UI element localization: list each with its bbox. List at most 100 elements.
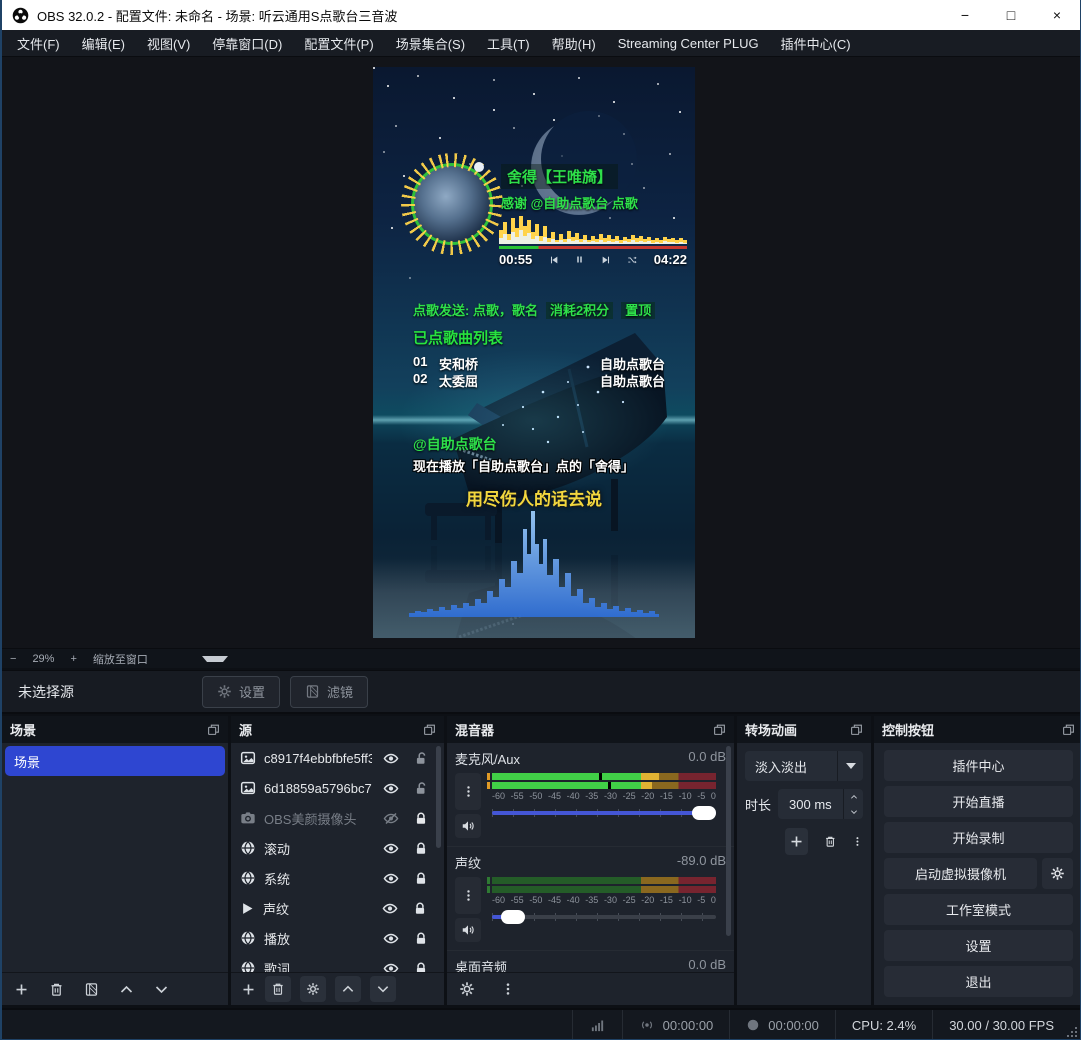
preview-video[interactable]: 舍得【王唯旖】 感谢 @自助点歌台 点歌 00:55 04:22 点歌发送: 点…: [373, 67, 695, 638]
close-button[interactable]: ×: [1034, 0, 1080, 30]
scene-item-selected[interactable]: 场景: [5, 746, 225, 776]
lock-closed-icon[interactable]: [410, 811, 432, 826]
lock-closed-icon[interactable]: [410, 961, 432, 973]
menu-docks[interactable]: 停靠窗口(D): [201, 30, 293, 56]
maximize-button[interactable]: □: [988, 0, 1034, 30]
duration-down-button[interactable]: [844, 804, 863, 819]
source-move-down-button[interactable]: [370, 976, 396, 1002]
zoom-fit-label[interactable]: 缩放至窗口: [85, 651, 156, 667]
mixer-channel: 桌面音频 0.0 dB: [447, 951, 734, 972]
start-virtual-camera-button[interactable]: 启动虚拟摄像机: [884, 858, 1037, 889]
mixer-scrollbar[interactable]: [726, 746, 731, 936]
visibility-eye-icon[interactable]: [380, 781, 402, 796]
controls-body: 插件中心 开始直播 开始录制 启动虚拟摄像机 工作室模式 设置 退出: [874, 743, 1081, 1005]
popout-icon[interactable]: [207, 723, 220, 736]
add-transition-button[interactable]: [785, 828, 808, 855]
menu-scene-collection[interactable]: 场景集合(S): [385, 30, 476, 56]
menu-help[interactable]: 帮助(H): [541, 30, 607, 56]
popout-icon[interactable]: [713, 723, 726, 736]
minimize-button[interactable]: −: [942, 0, 988, 30]
transition-select[interactable]: 淡入淡出: [745, 751, 863, 781]
source-row[interactable]: c8917f4ebbfbfe5ff3: [231, 743, 444, 773]
visibility-eye-icon[interactable]: [380, 841, 402, 856]
source-move-up-button[interactable]: [335, 976, 361, 1002]
visibility-eye-icon[interactable]: [379, 901, 401, 916]
connection-signal-cell: [572, 1010, 622, 1040]
zoom-dropdown-caret[interactable]: [202, 656, 228, 662]
lock-closed-icon[interactable]: [410, 931, 432, 946]
visibility-eye-icon[interactable]: [380, 931, 402, 946]
remove-scene-button[interactable]: [49, 982, 64, 997]
transition-options-dots-icon[interactable]: [852, 835, 863, 848]
menu-streaming-center[interactable]: Streaming Center PLUG: [607, 30, 770, 56]
vu-meter: [487, 877, 716, 884]
mixer-options-dots-icon[interactable]: [501, 982, 515, 996]
song-list-item: 02 太委屈 自助点歌台: [413, 371, 665, 390]
menu-profile[interactable]: 配置文件(P): [293, 30, 384, 56]
cpu-usage: CPU: 2.4%: [852, 1018, 916, 1033]
menu-view[interactable]: 视图(V): [136, 30, 201, 56]
popout-icon[interactable]: [850, 723, 863, 736]
lock-open-icon[interactable]: [410, 751, 432, 766]
source-row[interactable]: OBS美颜摄像头: [231, 803, 444, 833]
popout-icon[interactable]: [423, 723, 436, 736]
add-scene-button[interactable]: [14, 982, 29, 997]
duration-spinbox[interactable]: 300 ms: [778, 789, 863, 819]
volume-slider-handle[interactable]: [692, 806, 716, 820]
channel-options-button[interactable]: [455, 877, 481, 914]
studio-mode-button[interactable]: 工作室模式: [884, 894, 1073, 925]
visibility-eye-icon[interactable]: [380, 961, 402, 973]
preview-canvas[interactable]: 舍得【王唯旖】 感谢 @自助点歌台 点歌 00:55 04:22 点歌发送: 点…: [2, 57, 1080, 648]
resize-grip[interactable]: [1067, 1027, 1077, 1037]
settings-button[interactable]: 设置: [884, 930, 1073, 961]
popout-icon[interactable]: [1062, 723, 1075, 736]
duration-up-button[interactable]: [844, 789, 863, 804]
source-filters-button[interactable]: 滤镜: [290, 676, 368, 708]
volume-slider-handle[interactable]: [501, 910, 525, 924]
source-row[interactable]: 滚动: [231, 833, 444, 863]
lock-closed-icon[interactable]: [409, 901, 431, 916]
sources-scrollbar[interactable]: [436, 746, 441, 848]
source-row[interactable]: 系统: [231, 863, 444, 893]
transition-select-caret[interactable]: [837, 751, 863, 781]
scene-filters-button[interactable]: [84, 982, 99, 997]
scene-move-down-button[interactable]: [154, 982, 169, 997]
zoom-in-button[interactable]: +: [62, 653, 84, 665]
menu-file[interactable]: 文件(F): [6, 30, 71, 56]
visibility-eye-icon[interactable]: [380, 871, 402, 886]
volume-slider[interactable]: [487, 910, 716, 924]
menu-tools[interactable]: 工具(T): [476, 30, 541, 56]
source-row[interactable]: 播放: [231, 923, 444, 953]
source-row[interactable]: 声纹: [231, 893, 444, 923]
virtual-camera-settings-button[interactable]: [1042, 858, 1073, 889]
source-row[interactable]: 6d18859a5796bc75: [231, 773, 444, 803]
scene-move-up-button[interactable]: [119, 982, 134, 997]
remove-source-button[interactable]: [265, 976, 291, 1002]
menu-plugin-center[interactable]: 插件中心(C): [770, 30, 862, 56]
exit-button[interactable]: 退出: [884, 966, 1073, 997]
lock-open-icon[interactable]: [410, 781, 432, 796]
pin-badge: 置顶: [621, 302, 655, 319]
visibility-eye-off-icon[interactable]: [380, 811, 402, 826]
start-streaming-button[interactable]: 开始直播: [884, 786, 1073, 817]
source-context-bar: 未选择源 设置 滤镜: [2, 670, 1080, 714]
transitions-body: 淡入淡出 时长 300 ms: [737, 743, 871, 1005]
start-recording-button[interactable]: 开始录制: [884, 822, 1073, 853]
zoom-out-button[interactable]: −: [2, 653, 24, 665]
add-source-button[interactable]: [241, 982, 256, 997]
advanced-audio-gear-icon[interactable]: [459, 981, 475, 997]
mute-speaker-button[interactable]: [455, 814, 481, 838]
lock-closed-icon[interactable]: [410, 841, 432, 856]
lock-closed-icon[interactable]: [410, 871, 432, 886]
channel-options-button[interactable]: [455, 773, 481, 810]
source-label: 播放: [264, 929, 372, 948]
mute-speaker-button[interactable]: [455, 918, 481, 942]
source-row[interactable]: 歌词: [231, 953, 444, 972]
source-properties-gear-button[interactable]: [300, 976, 326, 1002]
remove-transition-button[interactable]: [824, 834, 837, 849]
visibility-eye-icon[interactable]: [380, 751, 402, 766]
menu-edit[interactable]: 编辑(E): [71, 30, 136, 56]
volume-slider[interactable]: [487, 806, 716, 820]
source-properties-button[interactable]: 设置: [202, 676, 280, 708]
plugin-center-button[interactable]: 插件中心: [884, 750, 1073, 781]
